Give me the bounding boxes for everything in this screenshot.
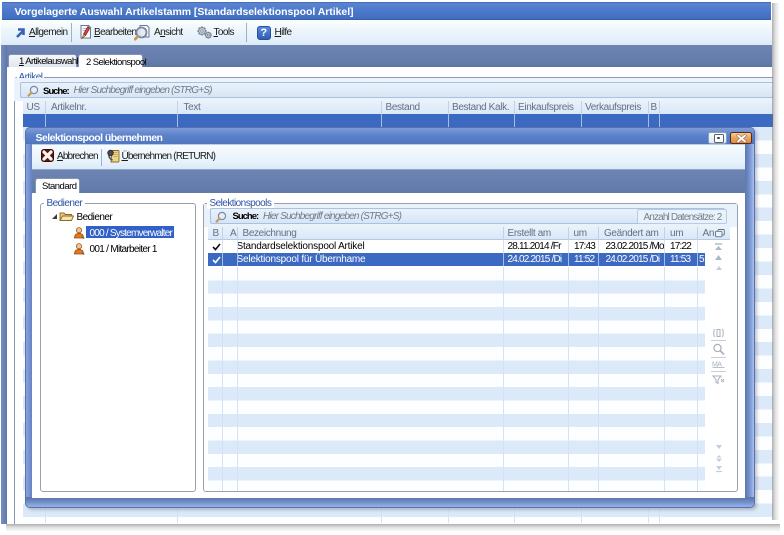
svg-text:MA: MA	[712, 361, 722, 368]
